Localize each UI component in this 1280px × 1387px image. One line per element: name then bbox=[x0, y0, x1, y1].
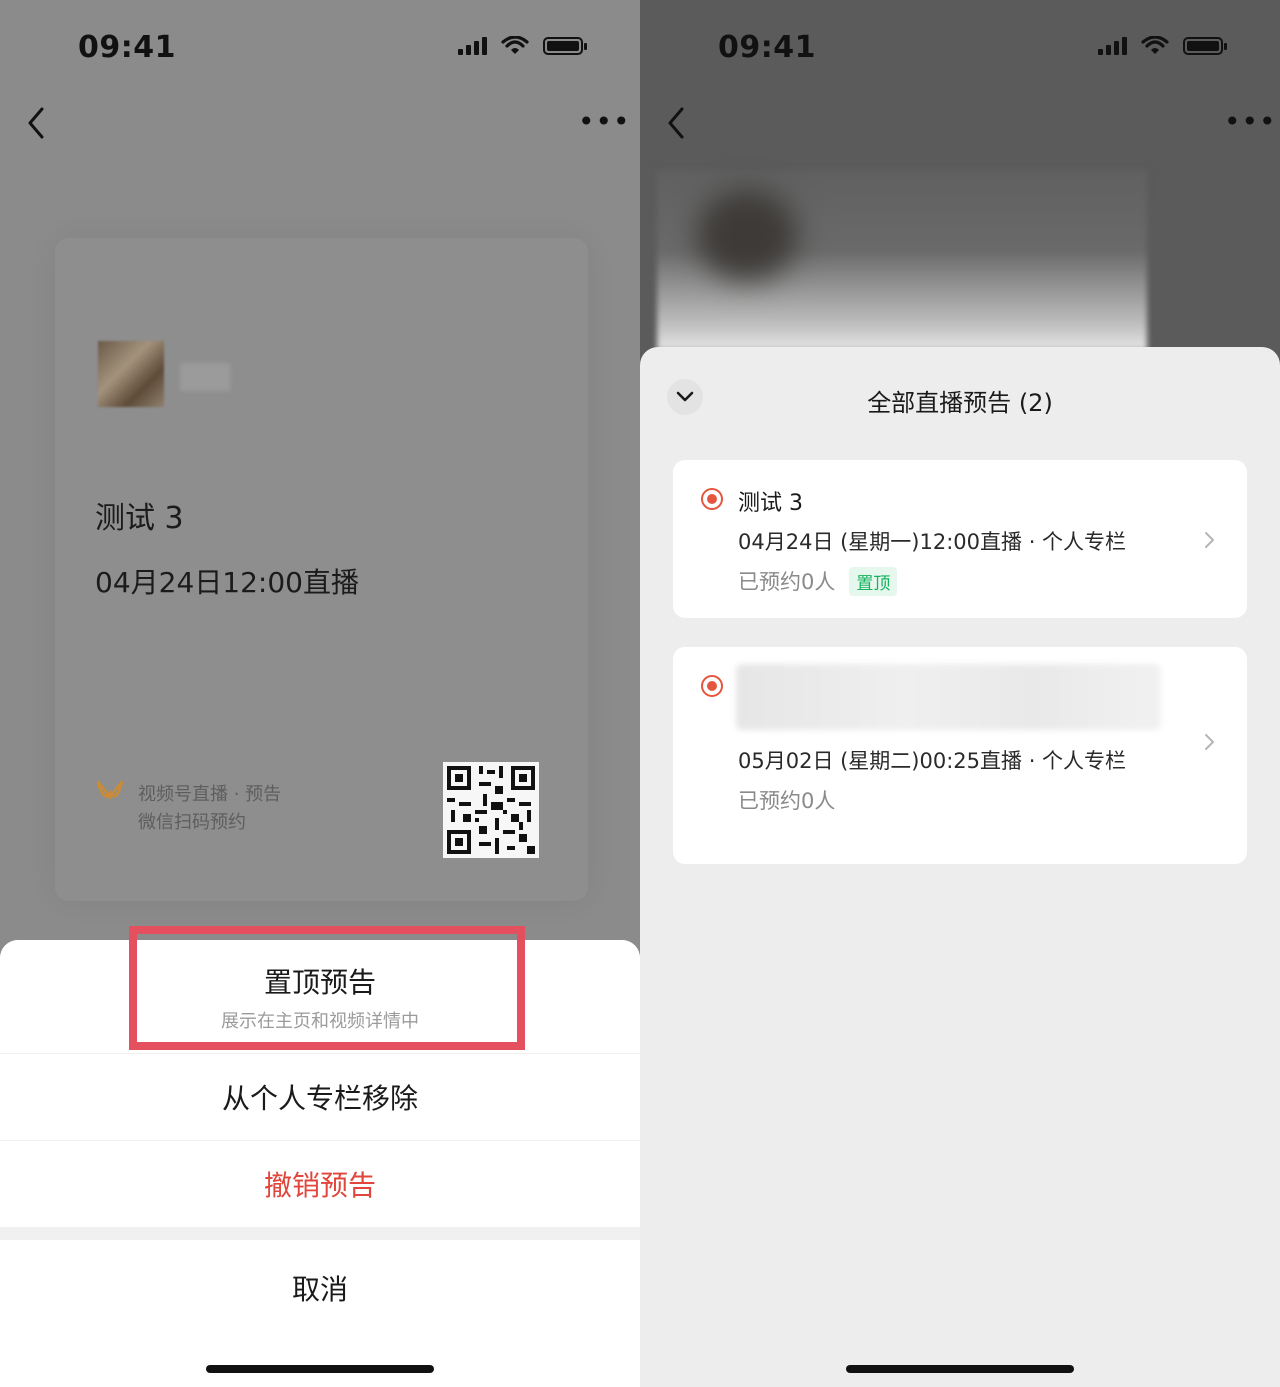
poster-title: 测试 3 bbox=[95, 501, 184, 536]
drawer-title: 全部直播预告 (2) bbox=[867, 389, 1053, 417]
status-icons bbox=[1098, 36, 1227, 56]
preview-list-item[interactable]: 测试 3 04月24日 (星期一)12:00直播 · 个人专栏 已预约0人 置顶 bbox=[673, 460, 1247, 618]
highlight-box bbox=[129, 926, 525, 1050]
reservation-count: 已预约0人 bbox=[738, 570, 836, 594]
blurred-profile-header bbox=[657, 170, 1147, 350]
chevron-right-icon bbox=[1205, 532, 1214, 548]
home-indicator bbox=[206, 1365, 434, 1373]
back-arrow-icon[interactable] bbox=[662, 105, 692, 141]
wifi-icon bbox=[501, 36, 529, 54]
preview-poster: 测试 3 04月24日12:00直播 视频号直播 · 预告 微信扫码预约 bbox=[55, 238, 588, 901]
brand-line-2: 微信扫码预约 bbox=[138, 812, 246, 833]
signal-icon bbox=[1098, 37, 1127, 55]
home-indicator bbox=[846, 1365, 1074, 1373]
item-schedule: 04月24日 (星期一)12:00直播 · 个人专栏 bbox=[738, 530, 1127, 554]
left-screen: 09:41 ••• 测试 3 04月24日12:00直播 视频号直播 · 预告 … bbox=[0, 0, 640, 1387]
preview-list-item[interactable]: 05月02日 (星期二)00:25直播 · 个人专栏 已预约0人 bbox=[673, 647, 1247, 864]
back-arrow-icon[interactable] bbox=[22, 105, 52, 141]
reservation-count: 已预约0人 bbox=[738, 789, 836, 813]
chevron-right-icon bbox=[1205, 734, 1214, 750]
signal-icon bbox=[458, 37, 487, 55]
more-options-icon[interactable]: ••• bbox=[578, 108, 631, 136]
status-time: 09:41 bbox=[78, 30, 176, 65]
poster-datetime: 04月24日12:00直播 bbox=[95, 566, 359, 599]
status-icons bbox=[458, 36, 587, 56]
more-options-icon[interactable]: ••• bbox=[1224, 108, 1277, 136]
remove-from-column-button[interactable]: 从个人专栏移除 bbox=[0, 1054, 640, 1140]
battery-icon bbox=[1183, 37, 1227, 55]
all-previews-drawer: 全部直播预告 (2) 测试 3 04月24日 (星期一)12:00直播 · 个人… bbox=[640, 347, 1280, 1387]
blurred-item-title bbox=[736, 664, 1161, 730]
blurred-avatar bbox=[697, 190, 797, 280]
wifi-icon bbox=[1141, 36, 1169, 54]
live-dot-icon bbox=[701, 488, 723, 510]
live-dot-icon bbox=[701, 675, 723, 697]
item-reservations: 已预约0人 bbox=[738, 785, 835, 815]
remove-from-column-label: 从个人专栏移除 bbox=[221, 1082, 418, 1115]
revoke-preview-button[interactable]: 撤销预告 bbox=[0, 1141, 640, 1227]
item-title: 测试 3 bbox=[738, 491, 803, 516]
blurred-username bbox=[180, 363, 230, 391]
brand-text: 视频号直播 · 预告 微信扫码预约 bbox=[138, 781, 281, 837]
revoke-preview-label: 撤销预告 bbox=[263, 1169, 376, 1202]
item-schedule: 05月02日 (星期二)00:25直播 · 个人专栏 bbox=[738, 749, 1127, 773]
item-reservations: 已预约0人 置顶 bbox=[738, 566, 898, 596]
status-time: 09:41 bbox=[718, 30, 816, 65]
avatar bbox=[98, 341, 164, 407]
pinned-badge: 置顶 bbox=[849, 566, 898, 596]
brand-line-1: 视频号直播 · 预告 bbox=[138, 784, 282, 805]
battery-icon bbox=[543, 37, 587, 55]
channels-logo-icon bbox=[96, 780, 124, 800]
cancel-label: 取消 bbox=[291, 1273, 348, 1306]
right-screen: 09:41 ••• 全部直播预告 (2) 测试 3 04月24日 (星期一)12… bbox=[640, 0, 1280, 1387]
qr-code bbox=[443, 762, 539, 858]
